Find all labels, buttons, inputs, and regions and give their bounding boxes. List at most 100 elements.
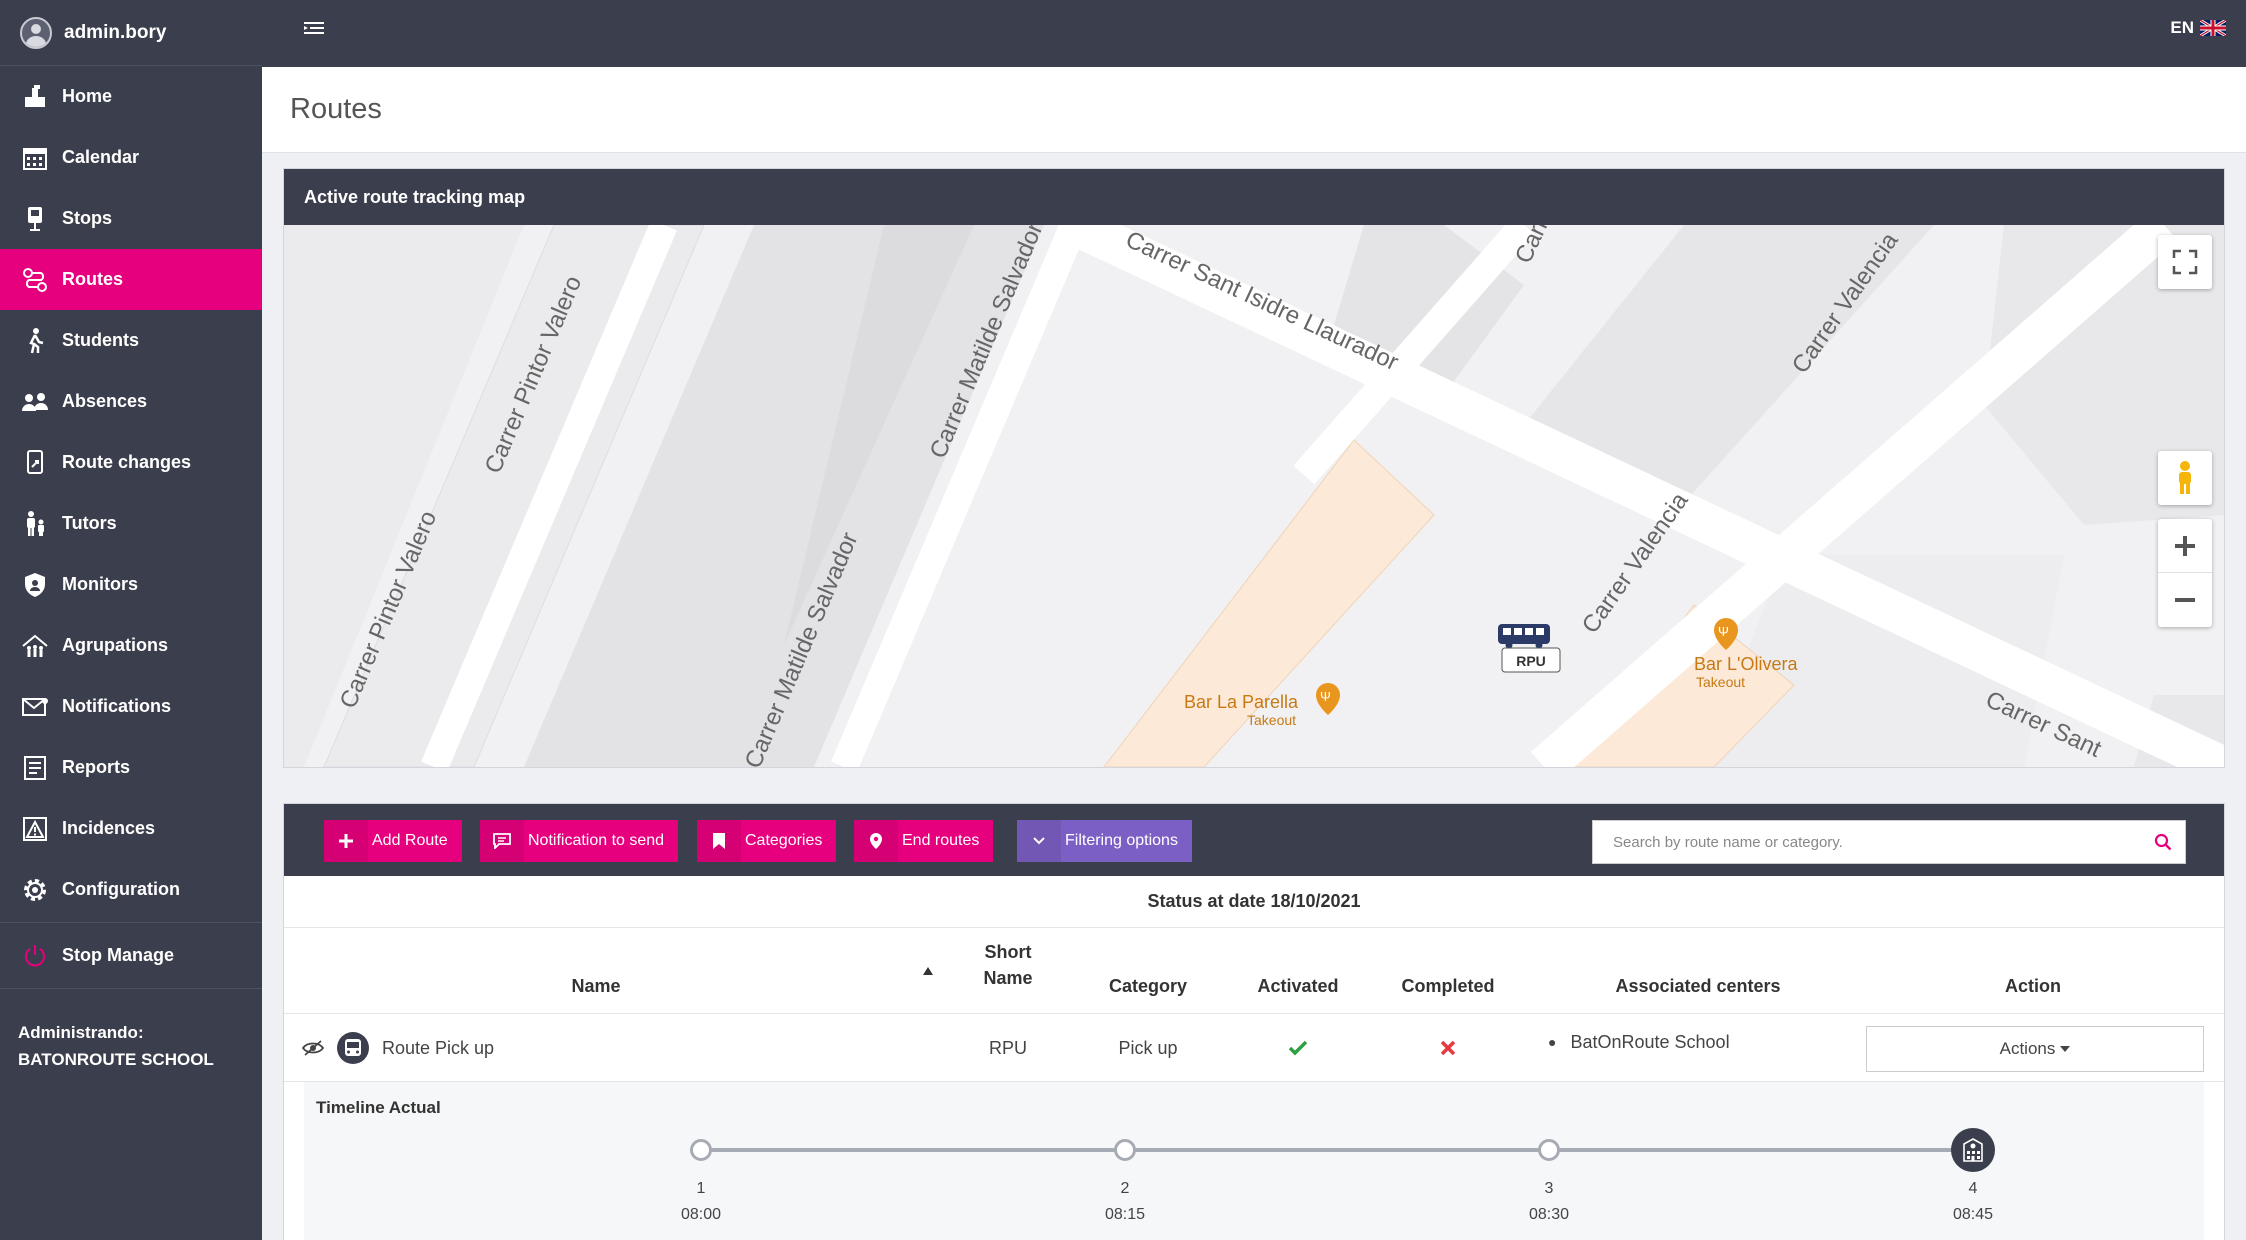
categories-button[interactable]: Categories xyxy=(697,820,837,862)
actions-label: Actions xyxy=(1999,1039,2056,1058)
route-map[interactable]: Carrer Sant Isidre Llaurador Carrer Pint… xyxy=(284,225,2224,767)
column-header-category[interactable]: Category xyxy=(1068,931,1228,1013)
header-label: Category xyxy=(1108,976,1188,996)
shield-icon xyxy=(20,570,50,600)
sidebar-item-students[interactable]: Students xyxy=(0,310,262,371)
stop-manage-button[interactable]: Stop Manage xyxy=(0,925,262,986)
column-header-name[interactable]: Name xyxy=(284,931,908,1013)
stop-time: 08:30 xyxy=(1528,1206,1570,1223)
map-canvas[interactable]: Carrer Sant Isidre Llaurador Carrer Pint… xyxy=(284,225,2224,767)
header-label: Name xyxy=(571,976,621,996)
sidebar-item-incidences[interactable]: Incidences xyxy=(0,798,262,859)
poi-sub: Takeout xyxy=(1247,712,1296,728)
timeline-stop-node[interactable] xyxy=(690,1139,712,1161)
home-icon xyxy=(20,82,50,112)
stop-manage-label: Stop Manage xyxy=(62,945,175,965)
language-selector[interactable]: EN xyxy=(2170,18,2226,38)
caret-down-icon xyxy=(2060,1046,2071,1052)
sort-icon[interactable] xyxy=(908,931,948,1013)
search-icon[interactable] xyxy=(2141,833,2185,851)
sidebar-item-home[interactable]: Home xyxy=(0,66,262,127)
sidebar-item-label: Reports xyxy=(62,757,131,777)
users-icon xyxy=(20,387,50,417)
zoom-in-button[interactable] xyxy=(2158,519,2212,573)
column-header-activated[interactable]: Activated xyxy=(1228,931,1368,1013)
route-name[interactable]: Route Pick up xyxy=(382,1014,494,1082)
sidebar-item-label: Agrupations xyxy=(62,635,168,655)
header-label: Associated centers xyxy=(1615,976,1781,996)
fullscreen-button[interactable] xyxy=(2158,235,2212,289)
report-icon xyxy=(20,753,50,783)
username: admin.bory xyxy=(64,21,167,43)
filtering-options-button[interactable]: Filtering options xyxy=(1017,820,1192,862)
admin-label: Administrando: xyxy=(18,1023,144,1042)
poi-name: Bar La Parella xyxy=(1184,692,1299,712)
filtering-label: Filtering options xyxy=(1065,832,1178,849)
student-icon xyxy=(20,326,50,356)
add-route-label: Add Route xyxy=(372,832,448,849)
sidebar-item-label: Absences xyxy=(62,391,148,411)
admin-info: Administrando: BATONROUTE SCHOOL xyxy=(0,988,262,1103)
sidebar-item-label: Route changes xyxy=(62,452,192,472)
sidebar-item-label: Notifications xyxy=(62,696,172,716)
sidebar-item-absences[interactable]: Absences xyxy=(0,371,262,432)
table-row[interactable]: Route Pick up RPU Pick up ● BatOnRoute S… xyxy=(284,1014,2224,1082)
timeline: Timeline Actual 1 08:00 2 08:15 3 08:30 … xyxy=(304,1082,2204,1240)
search-input[interactable] xyxy=(1593,833,2141,851)
sidebar-item-calendar[interactable]: Calendar xyxy=(0,127,262,188)
map-pin-icon xyxy=(854,820,898,862)
menu-toggle-icon[interactable] xyxy=(302,18,326,38)
sidebar-item-route-changes[interactable]: Route changes xyxy=(0,432,262,493)
map-panel-title: Active route tracking map xyxy=(284,169,2224,225)
route-short-name: RPU xyxy=(988,1037,1027,1058)
sidebar-item-label: Stops xyxy=(62,208,113,228)
svg-text:Ψ: Ψ xyxy=(1320,689,1331,704)
sidebar-item-tutors[interactable]: Tutors xyxy=(0,493,262,554)
sidebar-item-configuration[interactable]: Configuration xyxy=(0,859,262,920)
power-icon xyxy=(20,941,50,971)
visibility-icon[interactable] xyxy=(302,1014,324,1082)
timeline-stop-node[interactable] xyxy=(1538,1139,1560,1161)
gear-icon xyxy=(20,875,50,905)
sidebar-item-notifications[interactable]: Notifications xyxy=(0,676,262,737)
sidebar-item-monitors[interactable]: Monitors xyxy=(0,554,262,615)
sidebar-item-agrupations[interactable]: Agrupations xyxy=(0,615,262,676)
user-profile[interactable]: admin.bory xyxy=(0,0,262,66)
add-route-button[interactable]: Add Route xyxy=(324,820,462,862)
street-view-button[interactable] xyxy=(2158,451,2212,505)
notification-to-send-button[interactable]: Notification to send xyxy=(480,820,679,862)
sidebar-item-routes[interactable]: Routes xyxy=(0,249,262,310)
sidebar-item-label: Calendar xyxy=(62,147,140,167)
bullet-icon: ● xyxy=(1548,1034,1557,1050)
column-header-short-name[interactable]: Short Name xyxy=(948,931,1068,1013)
zoom-out-button[interactable] xyxy=(2158,573,2212,627)
tutor-icon xyxy=(20,509,50,539)
map-panel: Active route tracking map Carrer Sant Is… xyxy=(283,168,2225,768)
plus-icon xyxy=(324,820,368,862)
zoom-controls xyxy=(2158,519,2212,627)
pegman-icon xyxy=(2179,461,2191,494)
sidebar-item-label: Tutors xyxy=(62,513,117,533)
stop-number: 3 xyxy=(1544,1180,1554,1197)
bus-stop-icon xyxy=(20,204,50,234)
sidebar-item-stops[interactable]: Stops xyxy=(0,188,262,249)
sidebar-item-reports[interactable]: Reports xyxy=(0,737,262,798)
header-label: Short xyxy=(984,942,1032,962)
end-routes-label: End routes xyxy=(902,832,980,849)
end-routes-button[interactable]: End routes xyxy=(854,820,994,862)
sidebar-item-label: Students xyxy=(62,330,140,350)
column-header-action: Action xyxy=(1868,931,2198,1013)
admin-school: BATONROUTE SCHOOL xyxy=(18,1050,214,1069)
column-header-centers[interactable]: Associated centers xyxy=(1528,931,1868,1013)
routes-panel: Add Route Notification to send Categorie… xyxy=(283,803,2225,1240)
timeline-stop-node[interactable] xyxy=(1114,1139,1136,1161)
group-icon xyxy=(20,631,50,661)
top-bar: EN xyxy=(262,0,2246,67)
column-header-completed[interactable]: Completed xyxy=(1368,931,1528,1013)
school-stop-icon[interactable] xyxy=(1951,1128,1995,1172)
search-box xyxy=(1592,820,2186,864)
notification-label: Notification to send xyxy=(528,832,665,849)
actions-dropdown-button[interactable]: Actions xyxy=(1866,1026,2204,1072)
bookmark-icon xyxy=(697,820,741,862)
route-category: Pick up xyxy=(1118,1037,1178,1058)
